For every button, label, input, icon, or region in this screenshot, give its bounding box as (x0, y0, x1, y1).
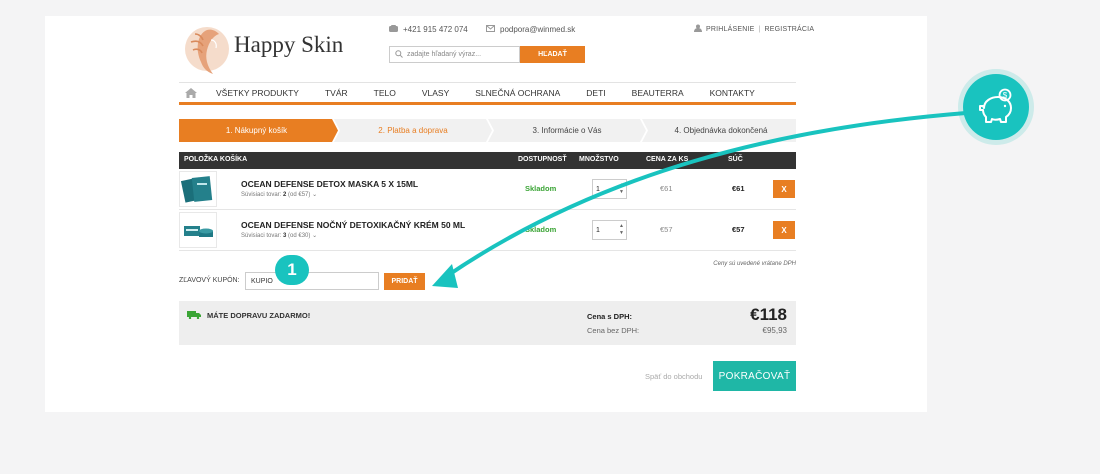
quantity-stepper[interactable]: 1 ▲ ▼ (592, 220, 627, 240)
back-to-shop-link[interactable]: Späť do obchodu (645, 372, 702, 381)
nav-accent-line (179, 102, 796, 105)
chevron-down-icon[interactable]: ⌄ (312, 192, 317, 198)
product-name[interactable]: OCEAN DEFENSE DETOX MASKA 5 X 15ML (241, 179, 418, 189)
search-input[interactable]: zadajte hľadaný výraz... (389, 46, 520, 63)
stock-status: Skladom (525, 184, 557, 193)
order-summary: MÁTE DOPRAVU ZADARMO! Cena s DPH: Cena b… (179, 301, 796, 345)
nav-item-body[interactable]: TELO (361, 88, 409, 98)
piggy-bank-icon: $ (963, 74, 1029, 140)
quantity-value: 1 (596, 185, 600, 193)
quantity-value: 1 (596, 226, 600, 234)
search-icon (395, 49, 403, 60)
step-payment[interactable]: 2. Platba a doprava (338, 119, 488, 142)
search-placeholder: zadajte hľadaný výraz... (407, 51, 482, 58)
checkout-steps: 1. Nákupný košík 2. Platba a doprava 3. … (179, 119, 796, 142)
vat-note: Ceny sú uvedené vrátane DPH (713, 261, 796, 267)
main-nav: VŠETKY PRODUKTY TVÁR TELO VLASY SLNEČNÁ … (179, 83, 796, 102)
col-quantity: MNOŽSTVO (579, 156, 619, 163)
remove-item-button[interactable]: X (773, 221, 795, 239)
email-contact: podpora@winmed.sk (486, 25, 575, 34)
step-cart[interactable]: 1. Nákupný košík (179, 119, 334, 142)
user-icon (694, 24, 702, 34)
cart-row: OCEAN DEFENSE DETOX MASKA 5 X 15ML Súvis… (179, 169, 796, 210)
remove-item-button[interactable]: X (773, 180, 795, 198)
mail-icon (486, 25, 495, 34)
apply-coupon-button[interactable]: PRIDAŤ (384, 273, 425, 290)
related-label: Súvisiaci tovar: (241, 192, 282, 198)
email-address: podpora@winmed.sk (500, 25, 576, 34)
step-info: 3. Informácie o Vás (532, 126, 602, 135)
price-with-vat: €118 (750, 305, 787, 324)
phone-number: +421 915 472 074 (403, 25, 468, 34)
nav-item-hair[interactable]: VLASY (409, 88, 462, 98)
quantity-stepper[interactable]: 1 ▲ ▼ (592, 179, 627, 199)
nav-item-all-products[interactable]: VŠETKY PRODUKTY (203, 88, 312, 98)
stepper-arrows-icon[interactable]: ▲ ▼ (619, 223, 624, 237)
free-shipping-text: MÁTE DOPRAVU ZADARMO! (207, 311, 311, 320)
line-total: €61 (732, 184, 745, 193)
nav-item-beauterra[interactable]: BEAUTERRA (619, 88, 697, 98)
price-with-vat-label: Cena s DPH: (587, 312, 633, 321)
search-button[interactable]: HĽADAŤ (520, 46, 585, 63)
coupon-label: ZĽAVOVÝ KUPÓN: (179, 277, 240, 284)
stepper-arrows-icon[interactable]: ▲ ▼ (619, 182, 624, 196)
logo-icon[interactable] (183, 20, 229, 76)
related-products[interactable]: Súvisiaci tovar: 2 (od €57) ⌄ (241, 191, 317, 198)
col-availability: DOSTUPNOSŤ (518, 156, 567, 163)
auth-links: PRIHLÁSENIE | REGISTRÁCIA (694, 24, 814, 34)
product-thumbnail[interactable] (179, 212, 217, 248)
col-item: POLOŽKA KOŠÍKA (184, 156, 248, 163)
unit-price: €57 (660, 225, 673, 234)
price-without-vat: €95,93 (762, 326, 787, 335)
login-link[interactable]: PRIHLÁSENIE (706, 26, 755, 33)
free-shipping-notice: MÁTE DOPRAVU ZADARMO! (187, 310, 310, 321)
coupon-input[interactable]: KUPIO (245, 272, 379, 290)
related-label: Súvisiaci tovar: (241, 233, 282, 239)
phone-icon (389, 25, 398, 34)
cart-row: OCEAN DEFENSE NOČNÝ DETOXIKAČNÝ KRÉM 50 … (179, 210, 796, 251)
register-link[interactable]: REGISTRÁCIA (765, 26, 815, 33)
nav-item-face[interactable]: TVÁR (312, 88, 361, 98)
price-without-vat-label: Cena bez DPH: (587, 326, 640, 335)
col-price: CENA ZA KS (646, 156, 689, 163)
line-total: €57 (732, 225, 745, 234)
related-from: (od €30) (288, 233, 311, 239)
cart-table-header: POLOŽKA KOŠÍKA DOSTUPNOSŤ MNOŽSTVO CENA … (179, 152, 796, 169)
col-total: SÚČ (728, 156, 743, 163)
home-icon[interactable] (179, 87, 203, 98)
related-products[interactable]: Súvisiaci tovar: 3 (od €30) ⌄ (241, 232, 317, 239)
phone-contact: +421 915 472 074 (389, 25, 468, 34)
auth-divider: | (758, 25, 761, 33)
nav-item-sun-protection[interactable]: SLNEČNÁ OCHRANA (462, 88, 573, 98)
step-complete: 4. Objednávka dokončená (674, 126, 768, 135)
chevron-down-icon[interactable]: ⌄ (312, 233, 317, 239)
product-thumbnail[interactable] (179, 171, 217, 207)
continue-button[interactable]: POKRAČOVAŤ (713, 361, 796, 391)
logo-text[interactable]: Happy Skin (234, 32, 343, 58)
related-count: 3 (283, 233, 287, 239)
nav-item-contacts[interactable]: KONTAKTY (697, 88, 768, 98)
truck-icon (187, 310, 201, 321)
related-from: (od €57) (288, 192, 311, 198)
step-number-badge: 1 (275, 255, 309, 285)
nav-item-kids[interactable]: DETI (573, 88, 618, 98)
svg-text:$: $ (1003, 91, 1008, 100)
related-count: 2 (283, 192, 287, 198)
product-name[interactable]: OCEAN DEFENSE NOČNÝ DETOXIKAČNÝ KRÉM 50 … (241, 220, 465, 230)
unit-price: €61 (660, 184, 673, 193)
stock-status: Skladom (525, 225, 557, 234)
